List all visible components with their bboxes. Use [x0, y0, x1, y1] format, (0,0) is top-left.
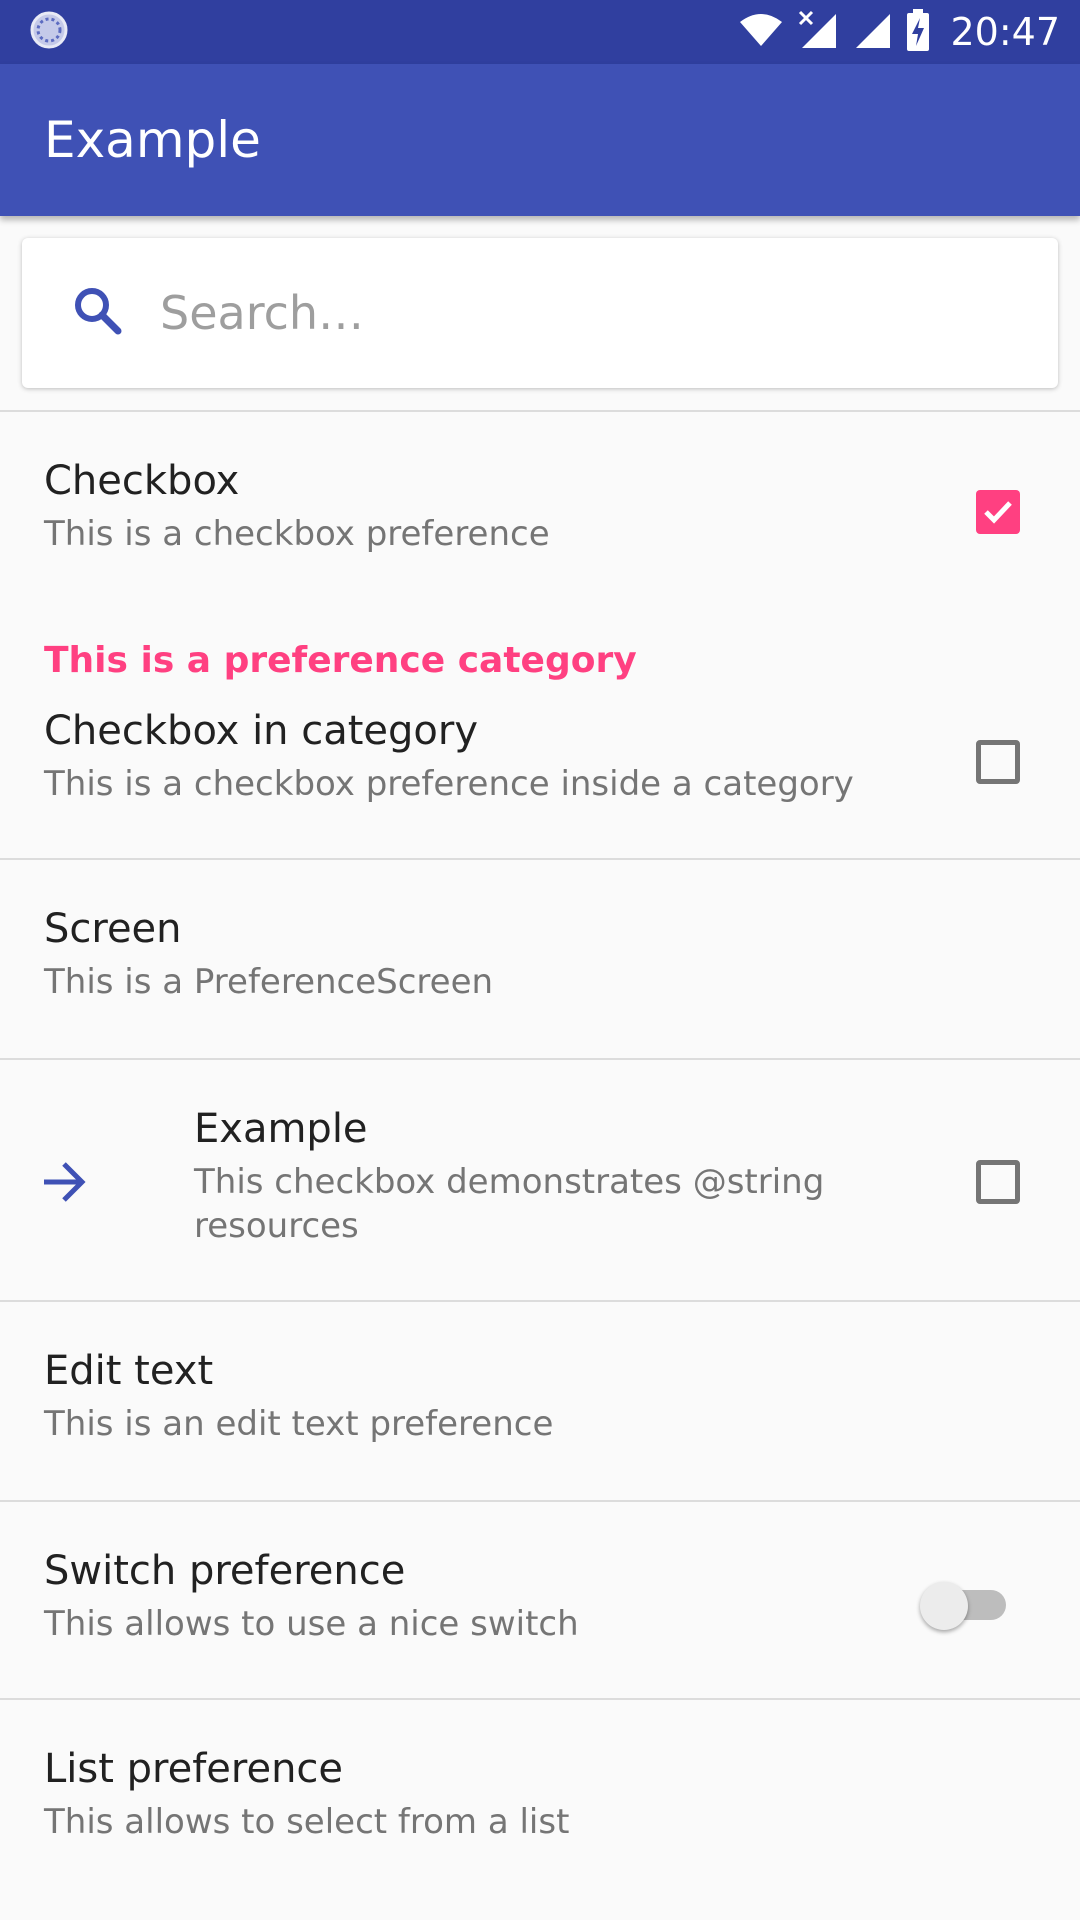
checkbox-unchecked[interactable] [976, 740, 1020, 784]
wifi-icon [738, 10, 784, 54]
switch-toggle[interactable] [920, 1582, 1010, 1630]
no-signal-icon [798, 10, 838, 54]
preference-category-header: This is a preference category [44, 640, 637, 681]
pref-title: Checkbox [44, 458, 240, 504]
app-title: Example [44, 111, 261, 169]
switch-thumb [920, 1582, 968, 1630]
search-container [0, 216, 1080, 412]
search-icon [72, 285, 124, 341]
status-time: 20:47 [950, 10, 1060, 54]
pref-checkbox-in-category[interactable]: Checkbox in category This is a checkbox … [0, 680, 1080, 860]
app-bar: Example [0, 64, 1080, 216]
checkbox-unchecked[interactable] [976, 1160, 1020, 1204]
pref-edit-text[interactable]: Edit text This is an edit text preferenc… [0, 1302, 1080, 1502]
pref-summary: This is a PreferenceScreen [44, 962, 494, 1002]
pref-summary: This is a checkbox preference inside a c… [44, 764, 854, 804]
battery-charging-icon [906, 8, 930, 56]
arrow-right-icon [40, 1160, 88, 1208]
pref-summary: This checkbox demonstrates @string resou… [194, 1162, 825, 1246]
pref-summary: This is a checkbox preference [44, 514, 550, 554]
pref-list[interactable]: List preference This allows to select fr… [0, 1700, 1080, 1890]
pref-checkbox[interactable]: Checkbox This is a checkbox preference [0, 412, 1080, 608]
pref-title: Edit text [44, 1348, 214, 1394]
pref-title: List preference [44, 1746, 344, 1792]
pref-summary: This allows to select from a list [44, 1802, 570, 1842]
status-bar: 20:47 [0, 0, 1080, 64]
cell-signal-icon [852, 10, 892, 54]
pref-screen[interactable]: Screen This is a PreferenceScreen [0, 860, 1080, 1060]
search-input[interactable] [158, 285, 922, 341]
pref-summary: This is an edit text preference [44, 1404, 554, 1444]
pref-title: Example [194, 1106, 368, 1152]
search-bar[interactable] [22, 238, 1058, 388]
pref-title: Screen [44, 906, 182, 952]
pref-example[interactable]: Example This checkbox demonstrates @stri… [0, 1060, 1080, 1302]
checkbox-checked[interactable] [976, 490, 1020, 534]
pref-title: Checkbox in category [44, 708, 479, 754]
check-icon [984, 501, 1012, 524]
sync-status-icon [28, 9, 70, 55]
pref-switch[interactable]: Switch preference This allows to use a n… [0, 1502, 1080, 1700]
